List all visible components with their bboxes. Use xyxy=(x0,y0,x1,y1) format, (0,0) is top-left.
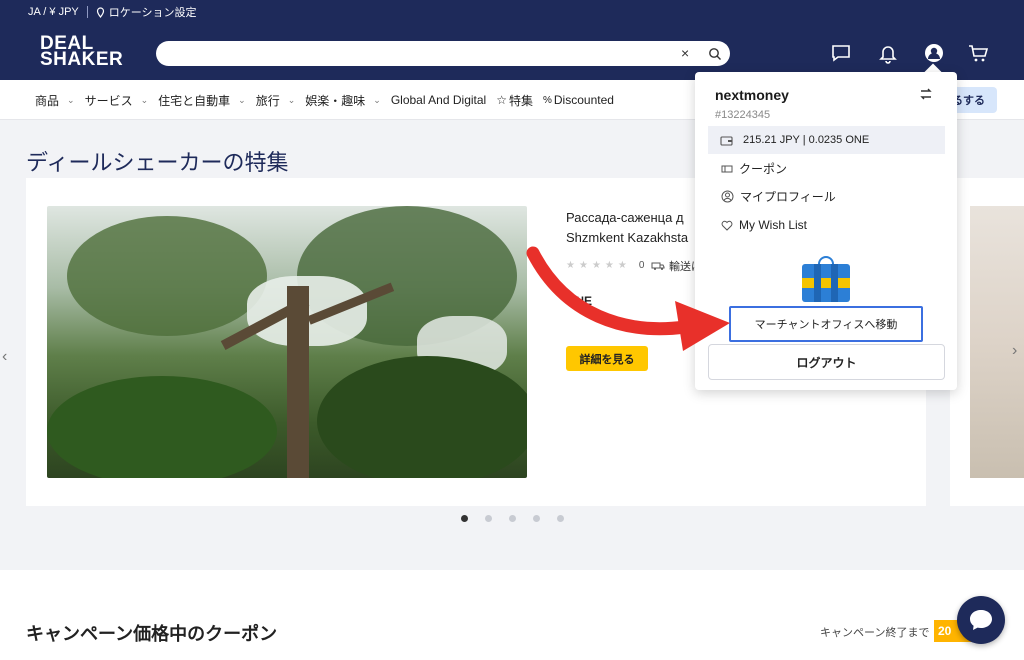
category-label: 商品 xyxy=(35,93,60,108)
shopping-bag-icon xyxy=(802,256,850,302)
campaign-title: キャンペーン価格中のクーポン xyxy=(26,624,278,644)
truck-icon xyxy=(651,262,665,270)
heart-icon xyxy=(721,220,733,231)
star-icon: ★ xyxy=(591,260,601,271)
menu-item-wishlist[interactable]: My Wish List xyxy=(721,218,807,232)
menu-item-coupon[interactable]: クーポン xyxy=(721,160,787,177)
star-icon: ★ xyxy=(617,260,627,271)
chevron-down-icon: ⌄ xyxy=(140,94,149,105)
location-setting[interactable]: ロケーション設定 xyxy=(96,4,197,20)
category-label: 旅行 xyxy=(255,93,280,108)
clear-search-icon[interactable]: × xyxy=(681,45,689,61)
carousel-prev-icon[interactable]: ‹ xyxy=(2,348,7,366)
chat-icon[interactable] xyxy=(830,42,852,64)
menu-item-label: マイプロフィール xyxy=(740,190,836,204)
coupon-icon xyxy=(721,165,733,172)
carousel-dot[interactable] xyxy=(509,515,516,522)
search-input[interactable] xyxy=(166,41,666,66)
locale-currency[interactable]: JA / ¥ JPY xyxy=(28,6,79,18)
deal-title[interactable]: Рассада-саженца д Shzmkent Kazakhsta xyxy=(566,208,706,248)
view-details-button[interactable]: 詳細を見る xyxy=(566,346,648,371)
chevron-down-icon: ⌄ xyxy=(373,94,381,105)
carousel-dot[interactable] xyxy=(485,515,492,522)
wallet-balance[interactable]: 215.21 JPY | 0.0235 ONE xyxy=(708,126,945,154)
chevron-down-icon: ⌄ xyxy=(238,94,246,105)
search-box: × xyxy=(156,41,730,66)
chevron-down-icon: ⌄ xyxy=(67,94,75,105)
star-icon: ☆ xyxy=(496,93,507,107)
user-avatar-icon[interactable] xyxy=(923,42,945,64)
category-travel[interactable]: 旅行 ⌄ xyxy=(256,92,296,109)
carousel-dot[interactable] xyxy=(557,515,564,522)
location-pin-icon xyxy=(96,6,104,18)
deal-image[interactable] xyxy=(47,206,527,478)
menu-item-label: クーポン xyxy=(739,162,788,176)
category-label: Global And Digital xyxy=(390,93,487,107)
divider xyxy=(86,6,88,18)
category-label: 特集 xyxy=(508,93,533,108)
deal-price: ONE xyxy=(566,294,593,308)
campaign-ends-label: キャンペーン終了まで xyxy=(820,627,930,639)
menu-item-label: My Wish List xyxy=(739,218,808,232)
bell-icon[interactable] xyxy=(877,42,899,64)
rating-count: 0 xyxy=(638,260,645,271)
category-services[interactable]: サービス ⌄ xyxy=(85,92,149,109)
profile-icon xyxy=(721,190,734,203)
image-trunk xyxy=(287,286,309,478)
star-icon: ★ xyxy=(578,260,588,271)
location-label: ロケーション設定 xyxy=(108,7,197,19)
percent-icon: % xyxy=(542,94,552,106)
carousel-dot[interactable] xyxy=(461,515,468,522)
search-icon[interactable] xyxy=(708,47,722,61)
image-foliage xyxy=(317,356,527,478)
category-entertainment[interactable]: 娯楽・趣味 ⌄ xyxy=(305,92,381,109)
image-foliage xyxy=(67,216,267,336)
category-label: 住宅と自動車 xyxy=(158,93,231,108)
star-icon: ★ xyxy=(604,260,614,271)
wallet-icon xyxy=(720,135,733,146)
star-icon: ★ xyxy=(566,260,575,271)
category-global-digital[interactable]: Global And Digital xyxy=(391,93,486,107)
carousel-dot[interactable] xyxy=(533,515,540,522)
menu-item-profile[interactable]: マイプロフィール xyxy=(721,188,836,205)
deal-title-line: Shzmkent Kazakhsta xyxy=(566,230,689,245)
wallet-balance-text: 215.21 JPY | 0.0235 ONE xyxy=(743,134,870,146)
category-discounted[interactable]: % Discounted xyxy=(543,93,614,107)
chevron-down-icon: ⌄ xyxy=(287,94,296,105)
user-menu-dropdown: nextmoney #13224345 215.21 JPY | 0.0235 … xyxy=(695,72,957,390)
locale-bar: JA / ¥ JPY ロケーション設定 xyxy=(0,0,1024,24)
carousel-pagination xyxy=(461,515,564,522)
featured-section-title: ディールシェーカーの特集 xyxy=(26,150,289,175)
image-foliage xyxy=(47,376,277,478)
deal-title-line: Рассада-саженца д xyxy=(566,210,684,225)
category-featured[interactable]: ☆ 特集 xyxy=(496,92,533,109)
chat-support-button[interactable] xyxy=(957,596,1005,644)
category-label: Discounted xyxy=(553,93,614,107)
switch-account-icon[interactable] xyxy=(919,87,933,101)
merchant-office-button[interactable]: マーチャントオフィスへ移動 xyxy=(729,306,923,342)
category-label: 娯楽・趣味 xyxy=(305,93,366,108)
cart-icon[interactable] xyxy=(967,42,989,64)
logo-line2: SHAKER xyxy=(40,49,124,70)
chat-bubble-icon xyxy=(970,610,992,630)
logout-button[interactable]: ログアウト xyxy=(708,344,945,380)
category-home-auto[interactable]: 住宅と自動車 ⌄ xyxy=(158,92,246,109)
category-label: サービス xyxy=(84,93,133,108)
username: nextmoney xyxy=(715,87,789,103)
user-id: #13224345 xyxy=(715,109,771,121)
star-rating: ★ ★ ★ ★ ★ 0 xyxy=(566,260,644,271)
dealshaker-logo[interactable]: DEAL SHAKER xyxy=(40,34,124,70)
carousel-next-icon[interactable]: › xyxy=(1012,342,1017,360)
campaign-section: キャンペーン価格中のクーポン キャンペーン終了まで 20 xyxy=(0,570,1024,660)
category-products[interactable]: 商品 ⌄ xyxy=(35,92,75,109)
